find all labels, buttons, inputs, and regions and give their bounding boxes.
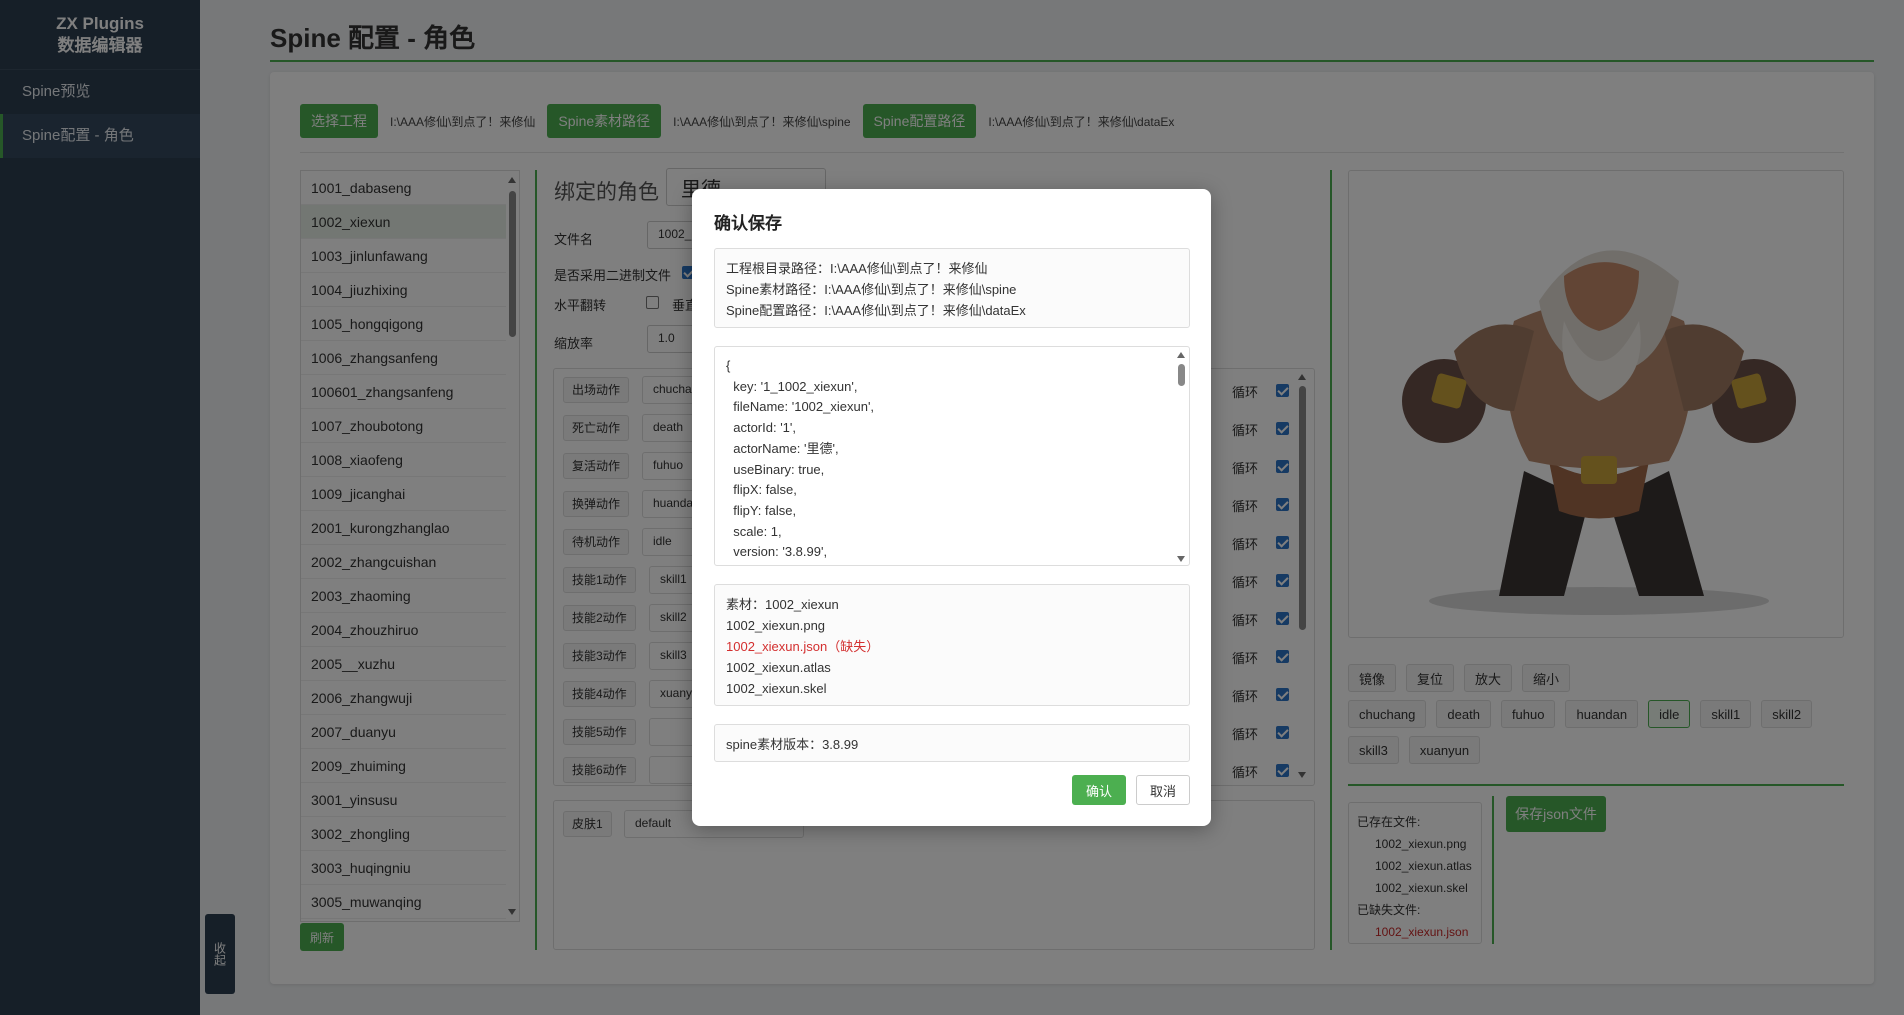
- asset-file-missing: 1002_xiexun.json（缺失）: [726, 639, 880, 654]
- confirm-save-modal: 确认保存 工程根目录路径：I:\AAA修仙\到点了！来修仙 Spine素材路径：…: [692, 189, 1211, 826]
- scroll-thumb[interactable]: [1178, 364, 1185, 386]
- version-text: spine素材版本：3.8.99: [726, 737, 859, 752]
- modal-path-line: Spine素材路径：I:\AAA修仙\到点了！来修仙\spine: [726, 282, 1017, 297]
- modal-path-line: 工程根目录路径：I:\AAA修仙\到点了！来修仙: [726, 261, 988, 276]
- scroll-up-icon[interactable]: [1177, 352, 1185, 358]
- json-scrollbar[interactable]: [1176, 350, 1186, 564]
- asset-file: 1002_xiexun.atlas: [726, 660, 831, 675]
- modal-json-box[interactable]: { key: '1_1002_xiexun', fileName: '1002_…: [714, 346, 1190, 566]
- json-line: key: '1_1002_xiexun',: [726, 378, 858, 394]
- modal-path-line: Spine配置路径：I:\AAA修仙\到点了！来修仙\dataEx: [726, 303, 1026, 318]
- json-line: version: '3.8.99',: [726, 544, 828, 560]
- cancel-button[interactable]: 取消: [1136, 775, 1190, 805]
- asset-file: 1002_xiexun.skel: [726, 681, 827, 696]
- json-line: flipX: false,: [726, 482, 797, 498]
- confirm-button[interactable]: 确认: [1072, 775, 1126, 805]
- json-line: useBinary: true,: [726, 461, 825, 477]
- scroll-down-icon[interactable]: [1177, 556, 1185, 562]
- json-line: scale: 1,: [726, 523, 782, 539]
- modal-paths-box: 工程根目录路径：I:\AAA修仙\到点了！来修仙 Spine素材路径：I:\AA…: [714, 248, 1190, 328]
- asset-title: 素材：1002_xiexun: [726, 597, 839, 612]
- json-line: fileName: '1002_xiexun',: [726, 399, 875, 415]
- json-line: actorName: '里德',: [726, 440, 839, 456]
- json-line: actorId: '1',: [726, 420, 796, 436]
- modal-version-box: spine素材版本：3.8.99: [714, 724, 1190, 762]
- json-line: flipY: false,: [726, 502, 797, 518]
- modal-title: 确认保存: [714, 214, 782, 233]
- modal-assets-box: 素材：1002_xiexun 1002_xiexun.png 1002_xiexu…: [714, 584, 1190, 706]
- json-line: {: [726, 358, 731, 373]
- asset-file: 1002_xiexun.png: [726, 618, 826, 633]
